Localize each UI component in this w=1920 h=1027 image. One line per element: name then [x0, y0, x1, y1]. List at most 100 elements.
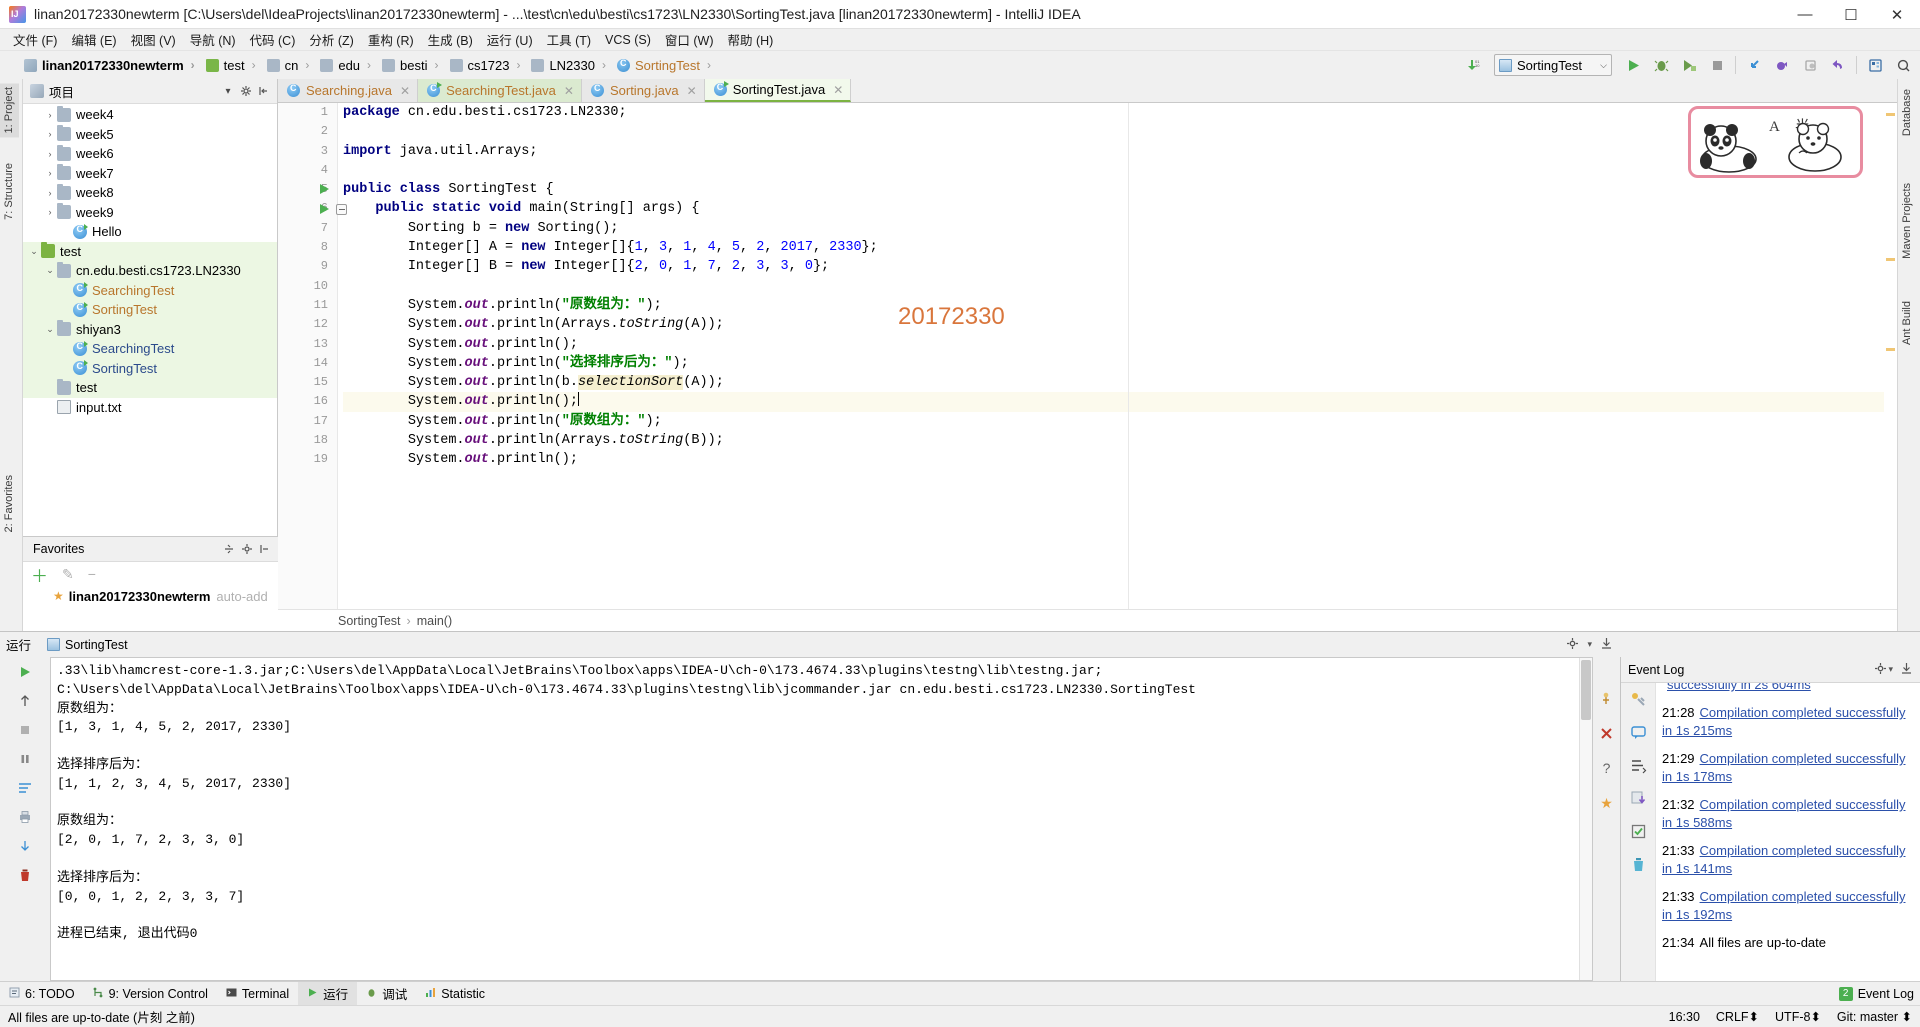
- collapse-all-icon[interactable]: [255, 82, 273, 100]
- download-updates-icon[interactable]: 01 10: [1460, 53, 1486, 77]
- run-console[interactable]: .33\lib\hamcrest-core-1.3.jar;C:\Users\d…: [50, 657, 1593, 981]
- tree-node-sortingtest[interactable]: SortingTest: [23, 300, 277, 320]
- event-log-entry[interactable]: 21:29 Compilation completed successfully …: [1662, 750, 1914, 786]
- menu-item-4[interactable]: 代码 (C): [243, 28, 303, 51]
- gear-icon[interactable]: [237, 82, 255, 100]
- menu-item-8[interactable]: 运行 (U): [480, 28, 540, 51]
- tree-node-input-txt[interactable]: input.txt: [23, 398, 277, 418]
- code-line[interactable]: [343, 277, 1897, 296]
- message-icon[interactable]: [1628, 722, 1649, 743]
- tree-node-searchingtest[interactable]: SearchingTest: [23, 280, 277, 300]
- menu-item-1[interactable]: 编辑 (E): [64, 28, 123, 51]
- tree-node-week9[interactable]: › week9: [23, 203, 277, 223]
- project-tree[interactable]: › week4 › week5 › week6 › week7 › week8 › week9 Hell…: [23, 104, 277, 536]
- code-line[interactable]: System.out.println();: [343, 335, 1897, 354]
- help-icon[interactable]: ?: [1595, 757, 1619, 779]
- run-with-coverage-button[interactable]: [1676, 53, 1702, 77]
- undo-button[interactable]: [1825, 53, 1851, 77]
- menu-item-10[interactable]: VCS (S): [598, 31, 658, 49]
- step-into-button[interactable]: [1741, 53, 1767, 77]
- build-icon[interactable]: [1628, 689, 1649, 710]
- debug-button[interactable]: [1648, 53, 1674, 77]
- code-line[interactable]: System.out.println("原数组为：");: [343, 296, 1897, 315]
- breadcrumb-item-cs1723[interactable]: cs1723 ›: [448, 57, 530, 74]
- event-log-message[interactable]: Compilation completed successfully in 1s…: [1662, 843, 1905, 876]
- code-line[interactable]: System.out.println(Arrays.toString(B));: [343, 431, 1897, 450]
- view-breakpoints-button[interactable]: [1797, 53, 1823, 77]
- clear-all-button[interactable]: [13, 864, 37, 886]
- breadcrumb-item-sortingtest[interactable]: SortingTest ›: [615, 57, 720, 74]
- toggle-breakpoint-button[interactable]: [1769, 53, 1795, 77]
- menu-item-9[interactable]: 工具 (T): [540, 28, 598, 51]
- edit-icon[interactable]: ✎: [62, 566, 74, 583]
- event-log-entry[interactable]: 21:33 Compilation completed successfully …: [1662, 842, 1914, 878]
- code-line[interactable]: System.out.println("选择排序后为：");: [343, 354, 1897, 373]
- status-line-separator[interactable]: CRLF⬍: [1716, 1009, 1759, 1024]
- close-icon[interactable]: ✕: [564, 84, 574, 98]
- chevron-down-icon[interactable]: ▾: [1888, 664, 1893, 675]
- tree-node-test[interactable]: test: [23, 378, 277, 398]
- maximize-button[interactable]: ☐: [1828, 0, 1874, 29]
- trash-icon[interactable]: [1628, 854, 1649, 875]
- tree-node-cn-edu-besti-cs1723-ln2330[interactable]: ⌄ cn.edu.besti.cs1723.LN2330: [23, 261, 277, 281]
- stop-button[interactable]: [1704, 53, 1730, 77]
- wrap-text-button[interactable]: [13, 777, 37, 799]
- collapse-icon[interactable]: [256, 540, 274, 558]
- mark-read-icon[interactable]: [1628, 821, 1649, 842]
- event-log-message[interactable]: successfully in 2s 604ms: [1667, 683, 1811, 692]
- breadcrumb-method[interactable]: main(): [417, 614, 452, 628]
- tool-window-button-6--todo[interactable]: 6: TODO: [0, 985, 84, 1003]
- list-item[interactable]: ★ linan20172330newterm auto-add: [23, 586, 278, 606]
- menu-item-12[interactable]: 帮助 (H): [721, 28, 781, 51]
- code-area[interactable]: package cn.edu.besti.cs1723.LN2330; impor…: [338, 103, 1897, 609]
- minimize-button[interactable]: —: [1782, 0, 1828, 29]
- code-line[interactable]: System.out.println(b.selectionSort(A));: [343, 373, 1897, 392]
- sidebar-item-database[interactable]: Database: [1897, 85, 1917, 140]
- tree-node-searchingtest[interactable]: SearchingTest: [23, 339, 277, 359]
- chevron-down-icon[interactable]: ▾: [219, 82, 237, 100]
- scroll-to-end-button[interactable]: [13, 835, 37, 857]
- menu-item-2[interactable]: 视图 (V): [124, 28, 183, 51]
- code-line[interactable]: Sorting b = new Sorting();: [343, 219, 1897, 238]
- pin-icon[interactable]: [1595, 687, 1619, 709]
- expand-arrow-icon[interactable]: ⌄: [27, 246, 41, 257]
- event-log-entry[interactable]: successfully in 2s 604ms: [1662, 683, 1914, 694]
- tool-window-button-9--version-control[interactable]: 9: Version Control: [84, 985, 217, 1003]
- close-icon[interactable]: ✕: [833, 83, 843, 97]
- editor-tab-searchingtest-java[interactable]: SearchingTest.java ✕: [418, 79, 582, 102]
- gear-icon[interactable]: [238, 540, 256, 558]
- editor-tab-sorting-java[interactable]: Sorting.java ✕: [581, 79, 705, 102]
- stop-button[interactable]: [13, 719, 37, 741]
- editor-breadcrumb[interactable]: SortingTest › main(): [278, 609, 1897, 631]
- status-encoding[interactable]: UTF-8⬍: [1775, 1009, 1821, 1024]
- tree-node-hello[interactable]: Hello: [23, 222, 277, 242]
- sidebar-item-maven[interactable]: Maven Projects: [1897, 179, 1917, 263]
- code-line[interactable]: [343, 161, 1897, 180]
- project-structure-button[interactable]: [1862, 53, 1888, 77]
- sidebar-item-ant[interactable]: Ant Build: [1897, 297, 1917, 349]
- tree-node-week7[interactable]: › week7: [23, 164, 277, 184]
- chevron-down-icon[interactable]: ▾: [1587, 639, 1592, 650]
- tree-node-week8[interactable]: › week8: [23, 183, 277, 203]
- code-line[interactable]: Integer[] B = new Integer[]{2, 0, 1, 7, …: [343, 257, 1897, 276]
- search-everywhere-button[interactable]: [1890, 53, 1916, 77]
- close-button[interactable]: ✕: [1874, 0, 1920, 29]
- hide-icon[interactable]: [1600, 637, 1613, 653]
- event-log-message[interactable]: Compilation completed successfully in 1s…: [1662, 797, 1905, 830]
- event-log-list[interactable]: successfully in 2s 604ms 21:28 Compilation…: [1656, 683, 1920, 981]
- sort-icon[interactable]: [1628, 755, 1649, 776]
- menu-item-3[interactable]: 导航 (N): [183, 28, 243, 51]
- expand-arrow-icon[interactable]: ›: [43, 168, 57, 178]
- event-log-entry[interactable]: 21:34 All files are up-to-date: [1662, 934, 1914, 952]
- run-configuration-selector[interactable]: SortingTest ⌵: [1494, 54, 1612, 76]
- gear-icon[interactable]: [1566, 637, 1579, 653]
- run-gutter-icon[interactable]: [320, 203, 332, 216]
- breadcrumb-item-cn[interactable]: cn ›: [265, 57, 319, 74]
- tree-node-sortingtest[interactable]: SortingTest: [23, 358, 277, 378]
- editor-scrollbar[interactable]: [1884, 103, 1897, 609]
- editor-tab-sortingtest-java[interactable]: SortingTest.java ✕: [704, 79, 852, 102]
- run-tab-sortingtest[interactable]: SortingTest: [41, 636, 134, 654]
- code-line[interactable]: Integer[] A = new Integer[]{1, 3, 1, 4, …: [343, 238, 1897, 257]
- hide-icon[interactable]: [1900, 662, 1913, 678]
- menu-item-6[interactable]: 重构 (R): [361, 28, 421, 51]
